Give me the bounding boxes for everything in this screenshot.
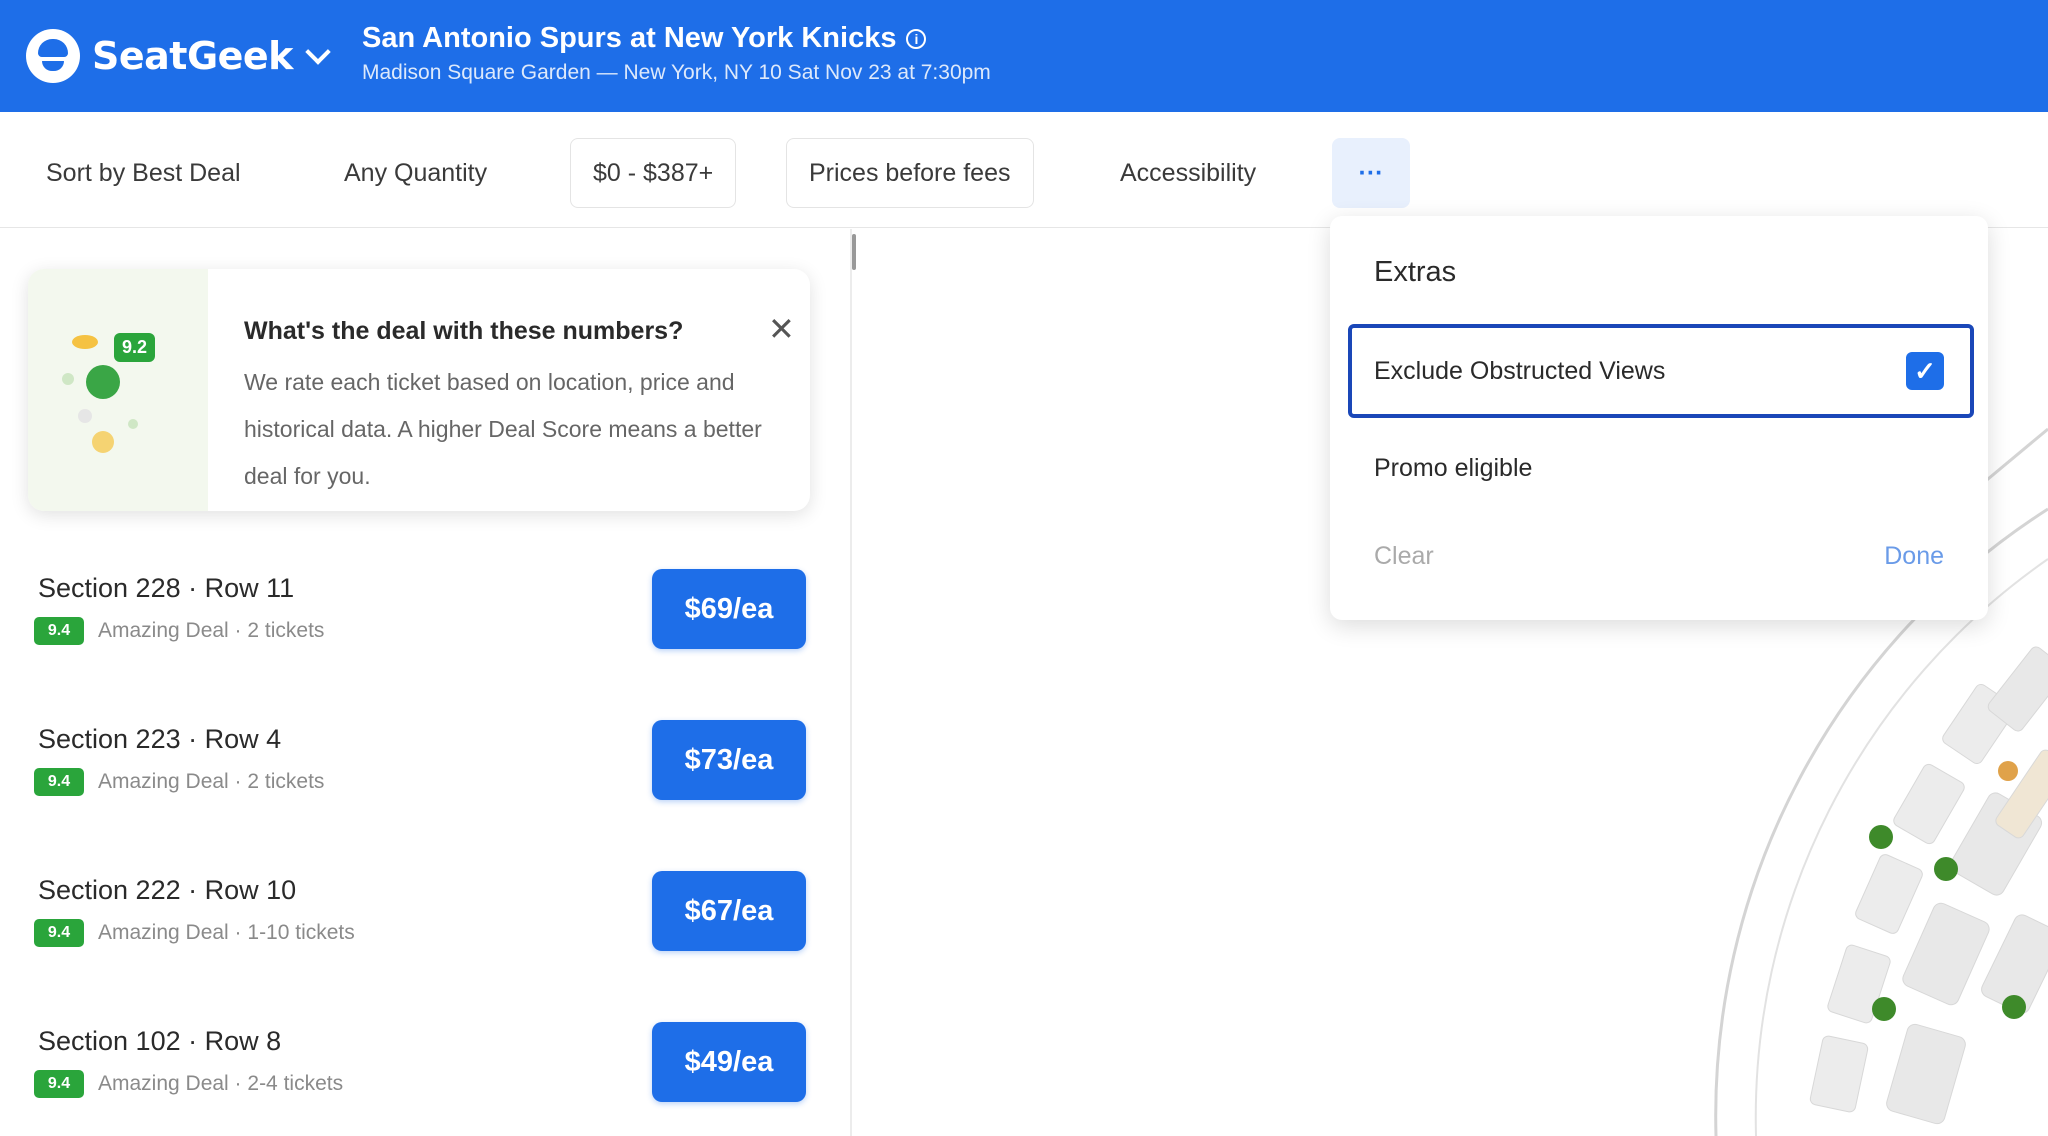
brand-name: SeatGeek <box>92 34 293 78</box>
listing-meta: Amazing Deal · 1-10 tickets <box>98 921 355 944</box>
chevron-down-icon <box>305 39 331 65</box>
checkbox-checked-icon[interactable]: ✓ <box>1906 352 1944 390</box>
exclude-obstructed-views-option[interactable]: Exclude Obstructed Views ✓ <box>1348 324 1974 418</box>
deal-score-badge: 9.4 <box>34 919 84 947</box>
listing-title: Section 228 · Row 11 <box>38 573 295 603</box>
listings-panel: 9.2 What's the deal with these numbers? … <box>0 229 852 1136</box>
deal-score-info-card: 9.2 What's the deal with these numbers? … <box>28 269 810 511</box>
option-label: Exclude Obstructed Views <box>1374 356 1666 385</box>
info-icon[interactable]: i <box>906 28 927 49</box>
done-button[interactable]: Done <box>1884 542 1944 571</box>
price-button[interactable]: $67/ea <box>652 871 806 951</box>
sort-filter-button[interactable]: Sort by Best Deal <box>24 138 263 208</box>
info-card-title: What's the deal with these numbers? <box>244 317 684 345</box>
event-title: San Antonio Spurs at New York Knicks <box>362 22 897 54</box>
event-title-row: San Antonio Spurs at New York Knicks i <box>362 22 991 55</box>
listing-item[interactable]: Section 228 · Row 11 9.4 Amazing Deal · … <box>0 559 852 709</box>
extras-dropdown: Extras Exclude Obstructed Views ✓ Promo … <box>1330 216 1988 620</box>
listing-item[interactable]: Section 222 · Row 10 9.4 Amazing Deal · … <box>0 861 852 1011</box>
listing-item[interactable]: Section 102 · Row 8 9.4 Amazing Deal · 2… <box>0 1012 852 1136</box>
price-button[interactable]: $73/ea <box>652 720 806 800</box>
promo-eligible-option[interactable]: Promo eligible <box>1374 454 1532 483</box>
quantity-filter-button[interactable]: Any Quantity <box>322 138 509 208</box>
listing-meta: Amazing Deal · 2-4 tickets <box>98 1072 344 1095</box>
fees-toggle-button[interactable]: Prices before fees <box>786 138 1034 208</box>
event-info: San Antonio Spurs at New York Knicks i M… <box>362 22 991 85</box>
info-card-body: We rate each ticket based on location, p… <box>244 369 762 489</box>
price-button[interactable]: $49/ea <box>652 1022 806 1102</box>
listing-meta: Amazing Deal · 2 tickets <box>98 619 325 642</box>
listing-item[interactable]: Section 223 · Row 4 9.4 Amazing Deal · 2… <box>0 710 852 860</box>
top-header: SeatGeek San Antonio Spurs at New York K… <box>0 0 2048 112</box>
price-filter-button[interactable]: $0 - $387+ <box>570 138 737 208</box>
accessibility-filter-button[interactable]: Accessibility <box>1098 138 1278 208</box>
more-filters-button[interactable]: ··· <box>1332 138 1410 208</box>
listing-title: Section 222 · Row 10 <box>38 875 297 905</box>
close-icon[interactable]: ✕ <box>768 313 795 345</box>
sample-score-badge: 9.2 <box>114 333 156 362</box>
dropdown-heading: Extras <box>1374 256 1457 288</box>
listing-title: Section 223 · Row 4 <box>38 724 282 754</box>
filter-bar: Sort by Best Deal Any Quantity $0 - $387… <box>0 112 2048 228</box>
price-button[interactable]: $69/ea <box>652 569 806 649</box>
listing-title: Section 102 · Row 8 <box>38 1026 282 1056</box>
deal-score-badge: 9.4 <box>34 1070 84 1098</box>
listing-meta: Amazing Deal · 2 tickets <box>98 770 325 793</box>
deal-score-illustration: 9.2 <box>28 269 208 511</box>
clear-button[interactable]: Clear <box>1374 542 1434 571</box>
seatgeek-logo-icon <box>26 29 80 83</box>
deal-score-badge: 9.4 <box>34 617 84 645</box>
event-subtitle: Madison Square Garden — New York, NY 10 … <box>362 61 991 84</box>
map-sections[interactable] <box>1809 645 2048 1126</box>
brand-logo[interactable]: SeatGeek <box>26 28 331 84</box>
deal-score-badge: 9.4 <box>34 768 84 796</box>
